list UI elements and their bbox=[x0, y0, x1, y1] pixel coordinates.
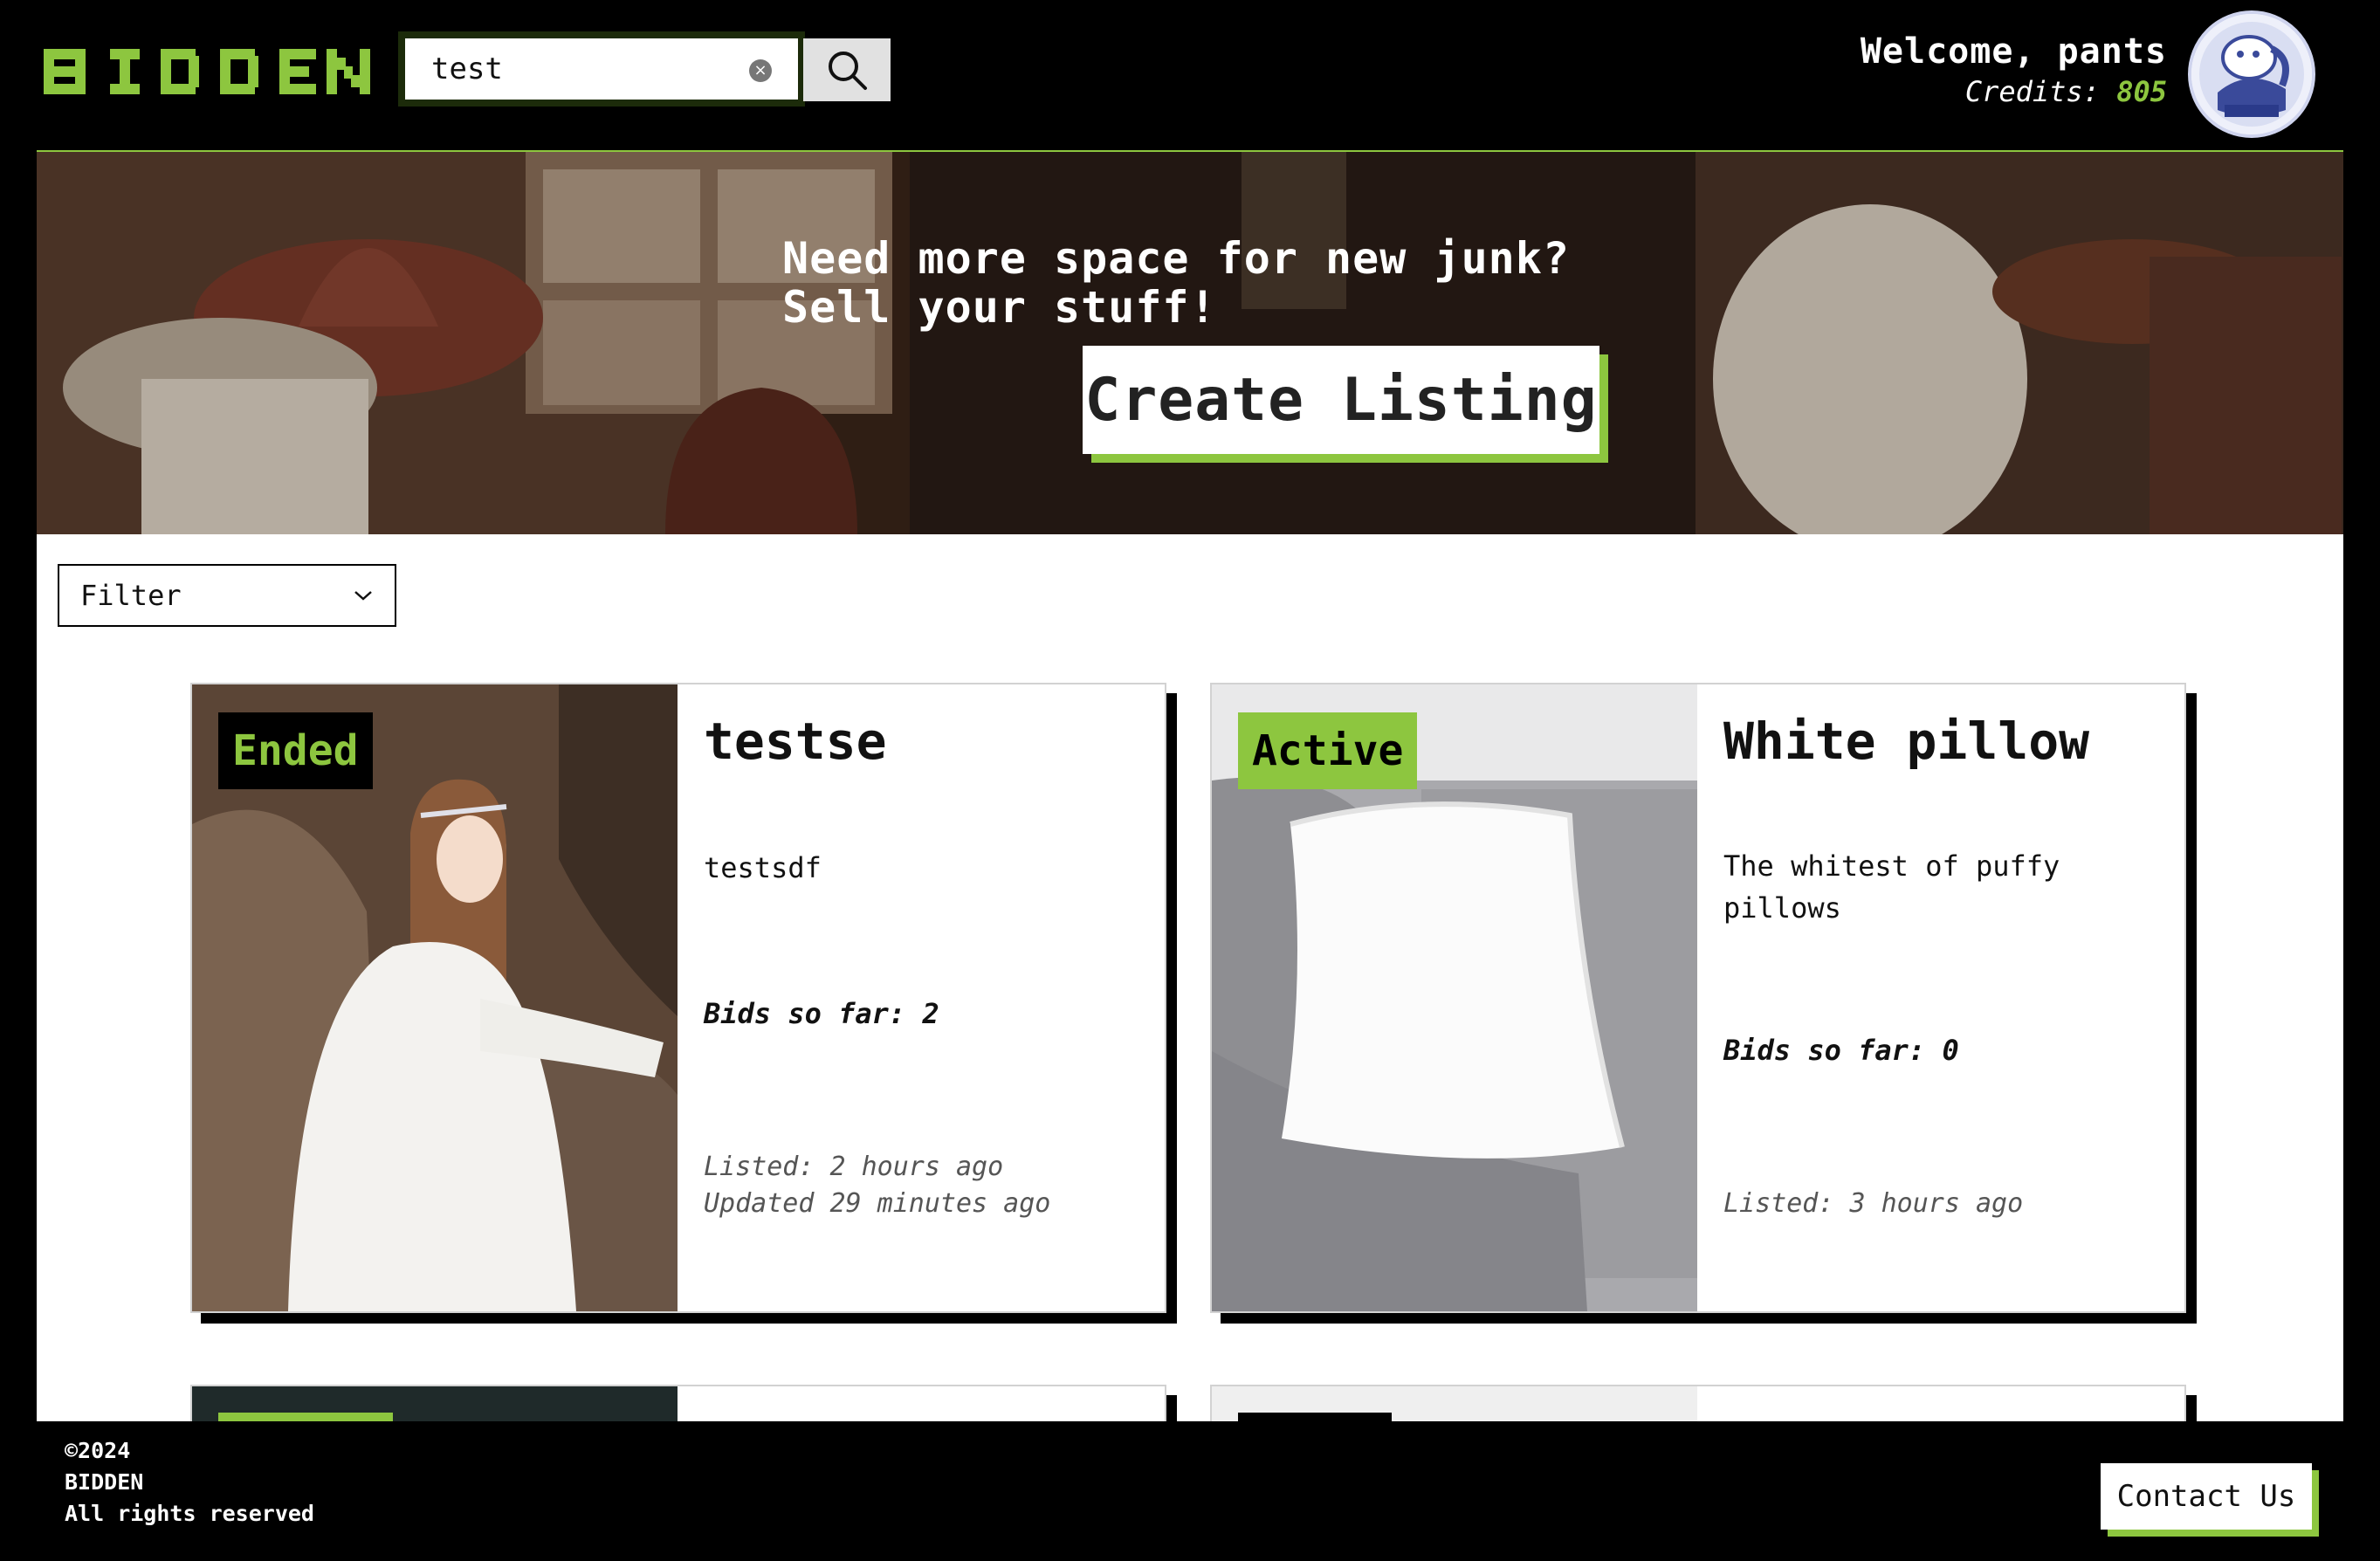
listing-bids: Bids so far: 0 bbox=[1723, 1034, 1959, 1067]
updated-time: Updated 29 minutes ago bbox=[704, 1188, 1051, 1219]
listing-title[interactable]: White pillow bbox=[1723, 711, 2089, 772]
listing-card[interactable] bbox=[1210, 1385, 2186, 1421]
contact-us-button[interactable]: Contact Us bbox=[2101, 1463, 2312, 1530]
footer-brand: BIDDEN bbox=[65, 1469, 144, 1495]
hero-headline-line1: Need more space for new junk? bbox=[782, 233, 1570, 284]
listing-image bbox=[1212, 1386, 1697, 1421]
listing-card[interactable]: Ended testse testsdf Bids so far: 2 List… bbox=[190, 683, 1166, 1313]
create-listing-button[interactable]: Create Listing bbox=[1083, 346, 1599, 454]
listing-image: Active bbox=[1212, 684, 1697, 1311]
listing-title[interactable]: testse bbox=[704, 711, 887, 772]
filter-label: Filter bbox=[80, 579, 182, 612]
listing-description: testsdf bbox=[704, 851, 822, 884]
hero-banner: Need more space for new junk? Sell your … bbox=[37, 152, 2343, 534]
listing-image: Ended bbox=[192, 684, 678, 1311]
listing-image bbox=[192, 1386, 678, 1421]
hero-headline-line2: Sell your stuff! bbox=[782, 282, 1217, 333]
welcome-text: Welcome, pants bbox=[1860, 31, 2167, 72]
mascot-avatar-icon bbox=[2191, 14, 2312, 134]
listed-time: Listed: 3 hours ago bbox=[1723, 1188, 2024, 1219]
chevron-down-icon bbox=[354, 591, 372, 601]
copyright: ©2024 bbox=[65, 1438, 131, 1463]
listing-card[interactable]: Active White pillow The whitest of puffy… bbox=[1210, 683, 2186, 1313]
listing-card[interactable] bbox=[190, 1385, 1166, 1421]
listing-details: testse testsdf Bids so far: 2 Listed: 2 … bbox=[704, 684, 1140, 1311]
credits-value: 805 bbox=[2116, 75, 2167, 108]
search-button[interactable] bbox=[803, 38, 891, 101]
credits-label: Credits: bbox=[1964, 75, 2100, 108]
page: × Welcome, pants Credits: 805 bbox=[0, 0, 2380, 1561]
search-box: × bbox=[398, 31, 805, 107]
listing-bids: Bids so far: 2 bbox=[704, 997, 939, 1030]
header: × Welcome, pants Credits: 805 bbox=[0, 0, 2380, 150]
listings-section: Filter Ended testse testsdf Bids so far:… bbox=[37, 534, 2343, 1421]
listing-timestamps: Listed: 3 hours ago bbox=[1723, 1186, 2023, 1222]
filter-dropdown[interactable]: Filter bbox=[58, 564, 396, 627]
clear-search-icon[interactable]: × bbox=[749, 59, 772, 82]
bidden-logo[interactable] bbox=[44, 45, 370, 98]
footer-text: ©2024 BIDDEN All rights reserved bbox=[65, 1435, 314, 1530]
user-welcome: Welcome, pants Credits: 805 bbox=[1861, 30, 2167, 110]
search-icon bbox=[829, 52, 867, 90]
avatar[interactable] bbox=[2188, 10, 2315, 138]
listed-time: Listed: 2 hours ago bbox=[704, 1152, 1004, 1182]
listing-timestamps: Listed: 2 hours ago Updated 29 minutes a… bbox=[704, 1149, 1050, 1222]
hero-overlay bbox=[37, 152, 2343, 534]
search-input[interactable] bbox=[405, 38, 798, 100]
footer: ©2024 BIDDEN All rights reserved Contact… bbox=[0, 1421, 2380, 1561]
status-badge: Active bbox=[1238, 712, 1418, 789]
rights-text: All rights reserved bbox=[65, 1501, 314, 1526]
credits: Credits: 805 bbox=[1861, 73, 2167, 110]
status-badge: Ended bbox=[218, 712, 373, 789]
listing-details: White pillow The whitest of puffy pillow… bbox=[1723, 684, 2160, 1311]
listing-description: The whitest of puffy pillows bbox=[1723, 849, 2060, 925]
